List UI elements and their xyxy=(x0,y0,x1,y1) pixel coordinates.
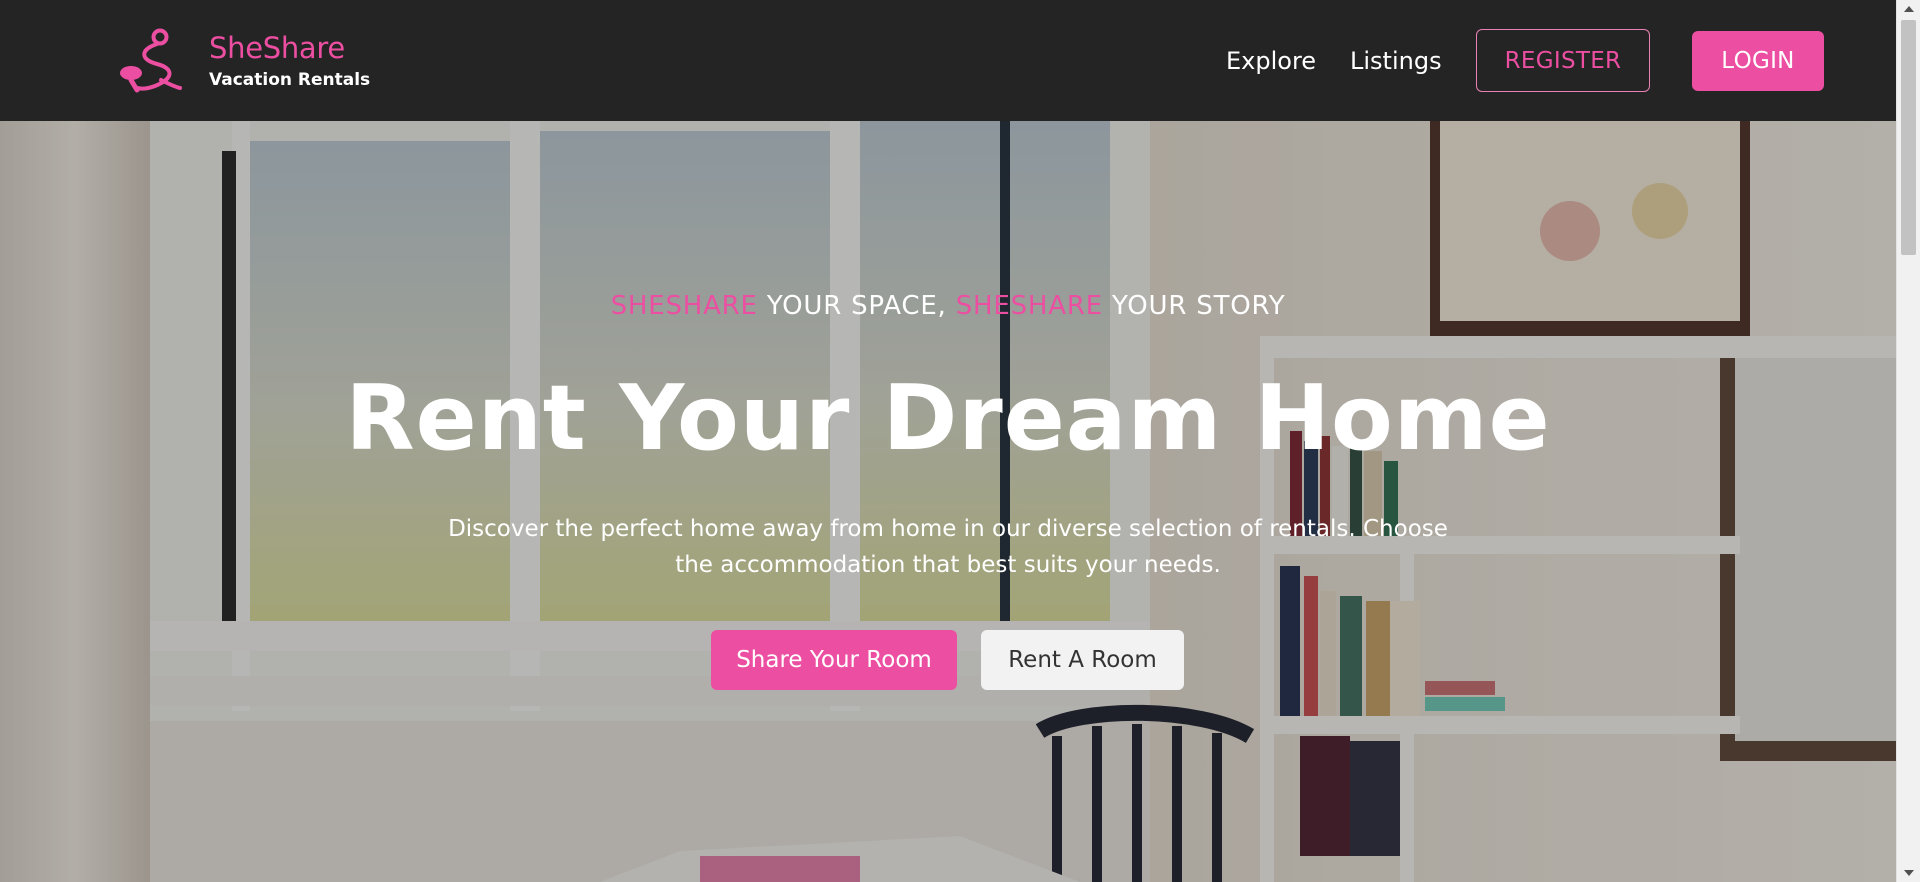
hero-kicker: SHESHARE YOUR SPACE, SHESHARE YOUR STORY xyxy=(0,289,1896,323)
top-navbar: SheShare Vacation Rentals Explore Listin… xyxy=(0,0,1896,121)
scroll-down-arrow-icon[interactable] xyxy=(1897,864,1920,882)
sheshare-logo-icon xyxy=(120,28,182,93)
brand-name: SheShare xyxy=(209,31,345,65)
share-your-room-button[interactable]: Share Your Room xyxy=(711,630,957,690)
hero-kicker-text: YOUR STORY xyxy=(1102,291,1286,321)
hero-kicker-accent: SHESHARE xyxy=(610,291,758,321)
nav-link-explore[interactable]: Explore xyxy=(1226,45,1316,77)
page-scrollbar[interactable] xyxy=(1896,0,1920,882)
nav-link-listings[interactable]: Listings xyxy=(1350,45,1442,77)
hero-kicker-accent: SHESHARE xyxy=(955,291,1103,321)
register-button[interactable]: REGISTER xyxy=(1476,29,1650,92)
hero-kicker-text: YOUR SPACE, xyxy=(757,291,956,321)
brand-home-link[interactable]: SheShare Vacation Rentals xyxy=(117,28,370,96)
brand-tagline: Vacation Rentals xyxy=(209,70,371,90)
scrollbar-thumb[interactable] xyxy=(1901,20,1916,255)
brand-text: SheShare Vacation Rentals xyxy=(209,30,370,92)
hero-section: SHESHARE YOUR SPACE, SHESHARE YOUR STORY… xyxy=(0,121,1896,882)
login-button[interactable]: LOGIN xyxy=(1692,31,1824,91)
rent-a-room-button[interactable]: Rent A Room xyxy=(981,630,1184,690)
scroll-up-arrow-icon[interactable] xyxy=(1897,0,1920,18)
hero-subtitle: Discover the perfect home away from home… xyxy=(448,516,1448,578)
hero-dark-overlay xyxy=(0,121,1896,882)
hero-title: Rent Your Dream Home xyxy=(345,366,1551,471)
